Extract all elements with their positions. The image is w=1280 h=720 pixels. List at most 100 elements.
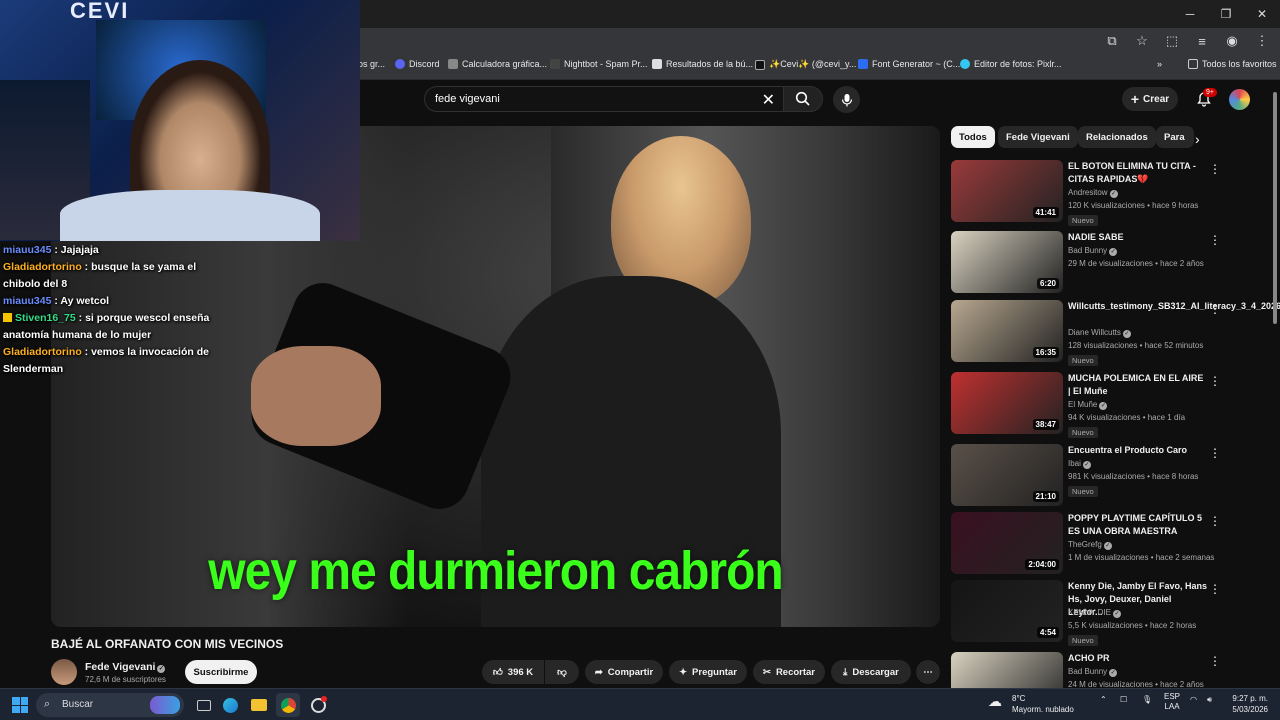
- taskbar-search[interactable]: ⌕ Buscar: [36, 693, 184, 717]
- bookmark-item[interactable]: Resultados de la bú...: [652, 59, 753, 69]
- more-options-icon[interactable]: ⋮: [1209, 514, 1221, 528]
- download-button[interactable]: ⤓ Descargar: [831, 660, 911, 684]
- obs-icon[interactable]: [306, 693, 330, 717]
- video-thumbnail[interactable]: 6:20: [951, 231, 1063, 293]
- all-favorites[interactable]: Todos los favoritos: [1188, 59, 1277, 69]
- channel-name[interactable]: Fede Vigevani ✓: [85, 661, 166, 673]
- recommendation-item[interactable]: 2:04:00 POPPY PLAYTIME CAPÍTULO 5 ES UNA …: [951, 512, 1221, 574]
- ask-button[interactable]: ✦ Preguntar: [669, 660, 747, 684]
- account-avatar[interactable]: [1229, 89, 1250, 110]
- more-actions-button[interactable]: ⋯: [916, 660, 940, 684]
- onedrive-icon[interactable]: ☐: [1120, 695, 1127, 704]
- recommendation-channel[interactable]: El Muñe ✓: [1068, 400, 1108, 410]
- bookmark-item[interactable]: Nightbot - Spam Pr...: [550, 59, 648, 69]
- video-thumbnail[interactable]: 2:04:00: [951, 512, 1063, 574]
- weather-widget[interactable]: ☁ 8°C Mayorm. nublado: [988, 693, 1074, 715]
- profile-icon[interactable]: ◉: [1222, 31, 1242, 51]
- chip-all[interactable]: Todos: [951, 126, 995, 148]
- video-thumbnail[interactable]: 4:54: [951, 580, 1063, 642]
- share-button[interactable]: ➦ Compartir: [585, 660, 663, 684]
- chat-text: Ay wetcol: [60, 295, 110, 307]
- edge-icon[interactable]: [218, 693, 242, 717]
- clip-button[interactable]: ✂ Recortar: [753, 660, 825, 684]
- recommendation-channel[interactable]: KENNY DIE ✓: [1068, 608, 1121, 618]
- bookmark-item[interactable]: os gr...: [358, 59, 385, 69]
- sparkle-icon: ✦: [679, 666, 688, 678]
- video-thumbnail[interactable]: 41:41: [951, 160, 1063, 222]
- recommendation-channel[interactable]: Bad Bunny ✓: [1068, 246, 1118, 256]
- recommendation-title[interactable]: MUCHA POLEMICA EN EL AIRE | El Muñe: [1068, 372, 1208, 398]
- volume-icon[interactable]: 🔊︎: [1207, 695, 1212, 705]
- more-options-icon[interactable]: ⋮: [1209, 654, 1221, 668]
- extensions-icon[interactable]: ⬚: [1162, 31, 1182, 51]
- search-input[interactable]: fede vigevani ✕: [424, 86, 784, 112]
- recommendation-item[interactable]: 41:41 EL BOTON ELIMINA TU CITA - CITAS RA…: [951, 160, 1221, 226]
- bookmark-item[interactable]: Font Generator ~ (C...: [858, 59, 960, 69]
- chip-related[interactable]: Relacionados: [1078, 126, 1156, 148]
- language-indicator[interactable]: ESP LAA: [1164, 692, 1180, 712]
- recommendation-item[interactable]: 38:47 MUCHA POLEMICA EN EL AIRE | El Muñe…: [951, 372, 1221, 438]
- channel-avatar[interactable]: [51, 659, 77, 685]
- windows-start-icon[interactable]: [12, 697, 28, 713]
- create-button[interactable]: + Crear: [1122, 87, 1178, 111]
- microphone-icon[interactable]: 🎙︎: [1142, 695, 1152, 704]
- more-options-icon[interactable]: ⋮: [1209, 233, 1221, 247]
- chip-channel[interactable]: Fede Vigevani: [998, 126, 1078, 148]
- recommendation-channel[interactable]: Diane Willcutts ✓: [1068, 328, 1131, 338]
- media-icon[interactable]: ≡: [1192, 31, 1212, 51]
- download-icon: ⤓: [843, 666, 848, 678]
- subscribe-button[interactable]: Suscribirme: [185, 660, 257, 684]
- more-options-icon[interactable]: ⋮: [1209, 582, 1221, 596]
- clock[interactable]: 9:27 p. m. 5/03/2026: [1226, 693, 1268, 715]
- video-thumbnail[interactable]: 38:47: [951, 372, 1063, 434]
- menu-icon[interactable]: ⋮: [1252, 31, 1272, 51]
- tray-chevron-icon[interactable]: ⌃: [1100, 695, 1107, 704]
- recommendation-channel[interactable]: Bad Bunny ✓: [1068, 667, 1118, 677]
- dislike-button[interactable]: 👎︎: [545, 660, 579, 684]
- more-options-icon[interactable]: ⋮: [1209, 302, 1221, 316]
- restore-icon[interactable]: ❐: [1208, 0, 1244, 28]
- recommendation-title[interactable]: EL BOTON ELIMINA TU CITA - CITAS RAPIDAS…: [1068, 160, 1208, 186]
- taskbar-search-label: Buscar: [62, 699, 94, 710]
- wifi-icon[interactable]: ◠: [1190, 695, 1197, 704]
- file-explorer-icon[interactable]: [247, 693, 271, 717]
- search-button[interactable]: [783, 86, 823, 112]
- recommendation-title[interactable]: NADIE SABE: [1068, 231, 1208, 244]
- like-button[interactable]: 👍︎ 396 K: [482, 660, 544, 684]
- task-view-icon[interactable]: [192, 693, 216, 717]
- recommendation-channel[interactable]: Andresitow ✓: [1068, 188, 1118, 198]
- new-badge: Nuevo: [1068, 215, 1098, 226]
- video-thumbnail[interactable]: 21:10: [951, 444, 1063, 506]
- bookmark-item[interactable]: Editor de fotos: Pixlr...: [960, 59, 1062, 69]
- chrome-icon[interactable]: [276, 693, 300, 717]
- recommendation-channel[interactable]: TheGrefg ✓: [1068, 540, 1112, 550]
- more-options-icon[interactable]: ⋮: [1209, 446, 1221, 460]
- video-thumbnail[interactable]: 16:35: [951, 300, 1063, 362]
- bookmark-star-icon[interactable]: ☆: [1132, 31, 1152, 51]
- more-options-icon[interactable]: ⋮: [1209, 162, 1221, 176]
- voice-search-button[interactable]: [833, 86, 860, 113]
- recommendation-title[interactable]: ACHO PR: [1068, 652, 1208, 665]
- scrollbar-thumb[interactable]: [1273, 92, 1277, 324]
- recommendation-title[interactable]: Encuentra el Producto Caro: [1068, 444, 1208, 457]
- recommendation-meta: 981 K visualizaciones • hace 8 horas: [1068, 472, 1199, 481]
- chevron-right-icon[interactable]: ›: [1195, 131, 1200, 147]
- minimize-icon[interactable]: ─: [1172, 0, 1208, 28]
- bookmark-item[interactable]: Calculadora gráfica...: [448, 59, 547, 69]
- close-icon[interactable]: ✕: [1244, 0, 1280, 28]
- recommendation-title[interactable]: Willcutts_testimony_SB312_AI_literacy_3_…: [1068, 300, 1280, 313]
- recommendation-item[interactable]: 16:35 Willcutts_testimony_SB312_AI_litera…: [951, 300, 1280, 366]
- chip-for-you[interactable]: Para: [1156, 126, 1194, 148]
- more-options-icon[interactable]: ⋮: [1209, 374, 1221, 388]
- recommendation-item[interactable]: 4:54 Kenny Die, Jamby El Favo, Hans Hs, J…: [951, 580, 1221, 646]
- recommendation-title[interactable]: POPPY PLAYTIME CAPÍTULO 5 ES UNA OBRA MA…: [1068, 512, 1208, 538]
- cast-icon[interactable]: ⧉: [1102, 31, 1122, 51]
- recommendation-channel[interactable]: Ibai ✓: [1068, 459, 1091, 469]
- nightbot-icon: [550, 59, 560, 69]
- recommendation-item[interactable]: 6:20 NADIE SABE Bad Bunny ✓ 29 M de visualiz…: [951, 231, 1221, 293]
- bookmark-item[interactable]: ✨Cevi✨ (@cevi_y...: [755, 59, 856, 70]
- bookmark-item[interactable]: Discord: [395, 59, 440, 69]
- bookmarks-overflow-icon[interactable]: »: [1157, 59, 1162, 69]
- clear-search-icon[interactable]: ✕: [762, 90, 775, 110]
- recommendation-item[interactable]: 21:10 Encuentra el Producto Caro Ibai ✓ 981 …: [951, 444, 1221, 506]
